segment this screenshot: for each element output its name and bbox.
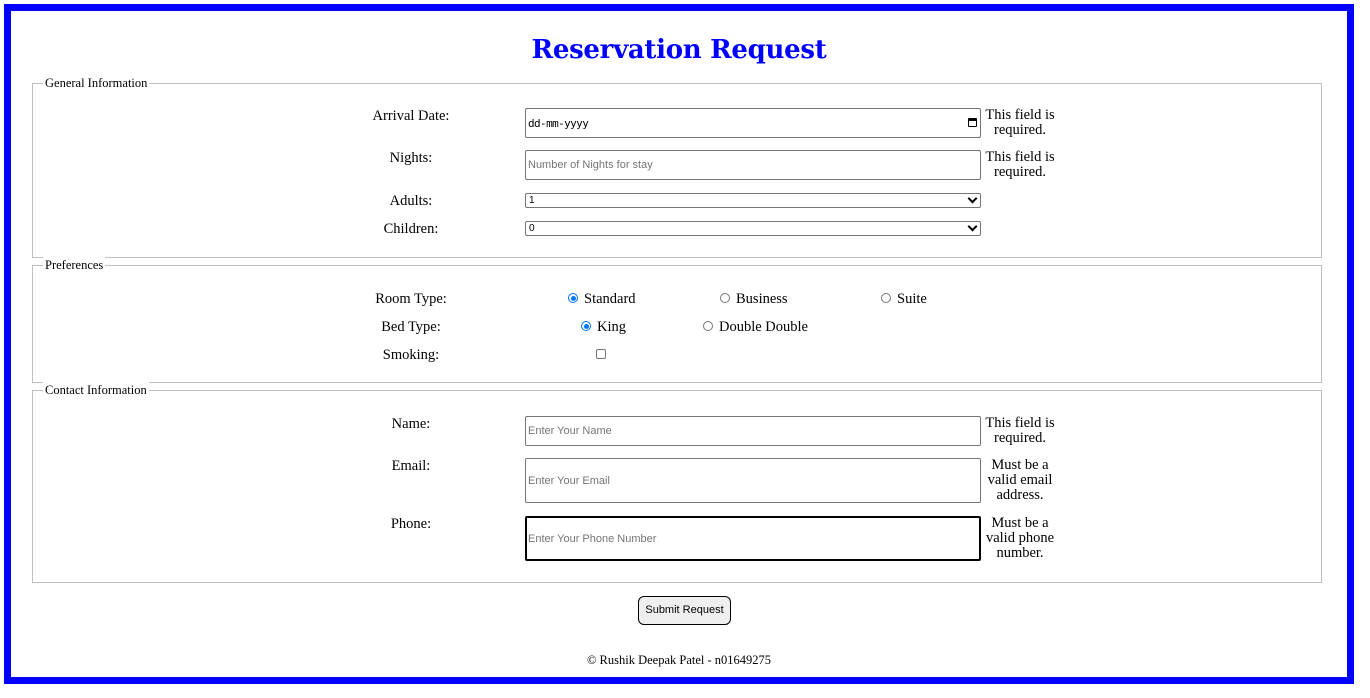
name-placeholder: Enter Your Name — [528, 425, 612, 437]
page-title: Reservation Request — [531, 35, 827, 65]
adults-select[interactable]: 1 — [525, 193, 981, 208]
email-error: Must be a valid email address. — [987, 457, 1053, 503]
bed-type-double-double-radio[interactable] — [703, 321, 713, 331]
room-type-label: Room Type: — [375, 291, 447, 307]
room-type-standard-label[interactable]: Standard — [584, 291, 636, 307]
arrival-date-value: dd-mm-yyyy — [528, 116, 589, 130]
adults-label: Adults: — [389, 193, 433, 209]
bed-type-king-radio[interactable] — [581, 321, 591, 331]
phone-placeholder: Enter Your Phone Number — [528, 532, 657, 545]
page-frame: Reservation Request General Information … — [4, 4, 1354, 684]
submit-request-button[interactable]: Submit Request — [638, 596, 731, 625]
arrival-date-label: Arrival Date: — [372, 108, 450, 124]
nights-input[interactable]: Number of Nights for stay — [525, 150, 981, 180]
email-input[interactable]: Enter Your Email — [525, 458, 981, 503]
room-type-standard-radio[interactable] — [568, 293, 578, 303]
preferences-fieldset: Preferences Room Type: Standard Business… — [32, 257, 1322, 383]
phone-error: Must be a valid phone number. — [985, 515, 1055, 561]
nights-error: This field is required. — [985, 149, 1055, 180]
bed-type-label: Bed Type: — [381, 319, 441, 335]
children-select[interactable]: 0 — [525, 221, 981, 236]
arrival-date-input[interactable]: dd-mm-yyyy — [525, 108, 981, 138]
calendar-icon[interactable] — [968, 118, 977, 127]
email-placeholder: Enter Your Email — [528, 474, 610, 487]
phone-input[interactable]: Enter Your Phone Number — [525, 516, 981, 561]
room-type-suite-label[interactable]: Suite — [897, 291, 927, 307]
general-information-legend: General Information — [43, 75, 150, 91]
arrival-date-error: This field is required. — [985, 107, 1055, 138]
room-type-suite-radio[interactable] — [881, 293, 891, 303]
preferences-legend: Preferences — [43, 257, 106, 273]
children-label: Children: — [383, 221, 439, 237]
contact-information-fieldset: Contact Information Name: Enter Your Nam… — [32, 382, 1322, 583]
bed-type-double-double-label[interactable]: Double Double — [719, 319, 808, 335]
smoking-checkbox[interactable] — [596, 349, 606, 359]
adults-value: 1 — [529, 195, 535, 206]
name-label: Name: — [391, 416, 431, 432]
chevron-down-icon — [967, 221, 978, 232]
name-error: This field is required. — [985, 415, 1055, 446]
general-information-fieldset: General Information Arrival Date: dd-mm-… — [32, 75, 1322, 258]
room-type-business-label[interactable]: Business — [736, 291, 788, 307]
bed-type-king-label[interactable]: King — [597, 319, 626, 335]
nights-placeholder: Number of Nights for stay — [528, 159, 653, 171]
children-value: 0 — [529, 223, 535, 234]
contact-information-legend: Contact Information — [43, 382, 149, 398]
room-type-business-radio[interactable] — [720, 293, 730, 303]
phone-label: Phone: — [390, 516, 432, 532]
email-label: Email: — [391, 458, 431, 474]
footer-copyright: © Rushik Deepak Patel - n01649275 — [586, 653, 772, 667]
chevron-down-icon — [967, 193, 978, 204]
nights-label: Nights: — [389, 150, 433, 166]
smoking-label: Smoking: — [382, 347, 440, 363]
name-input[interactable]: Enter Your Name — [525, 416, 981, 446]
